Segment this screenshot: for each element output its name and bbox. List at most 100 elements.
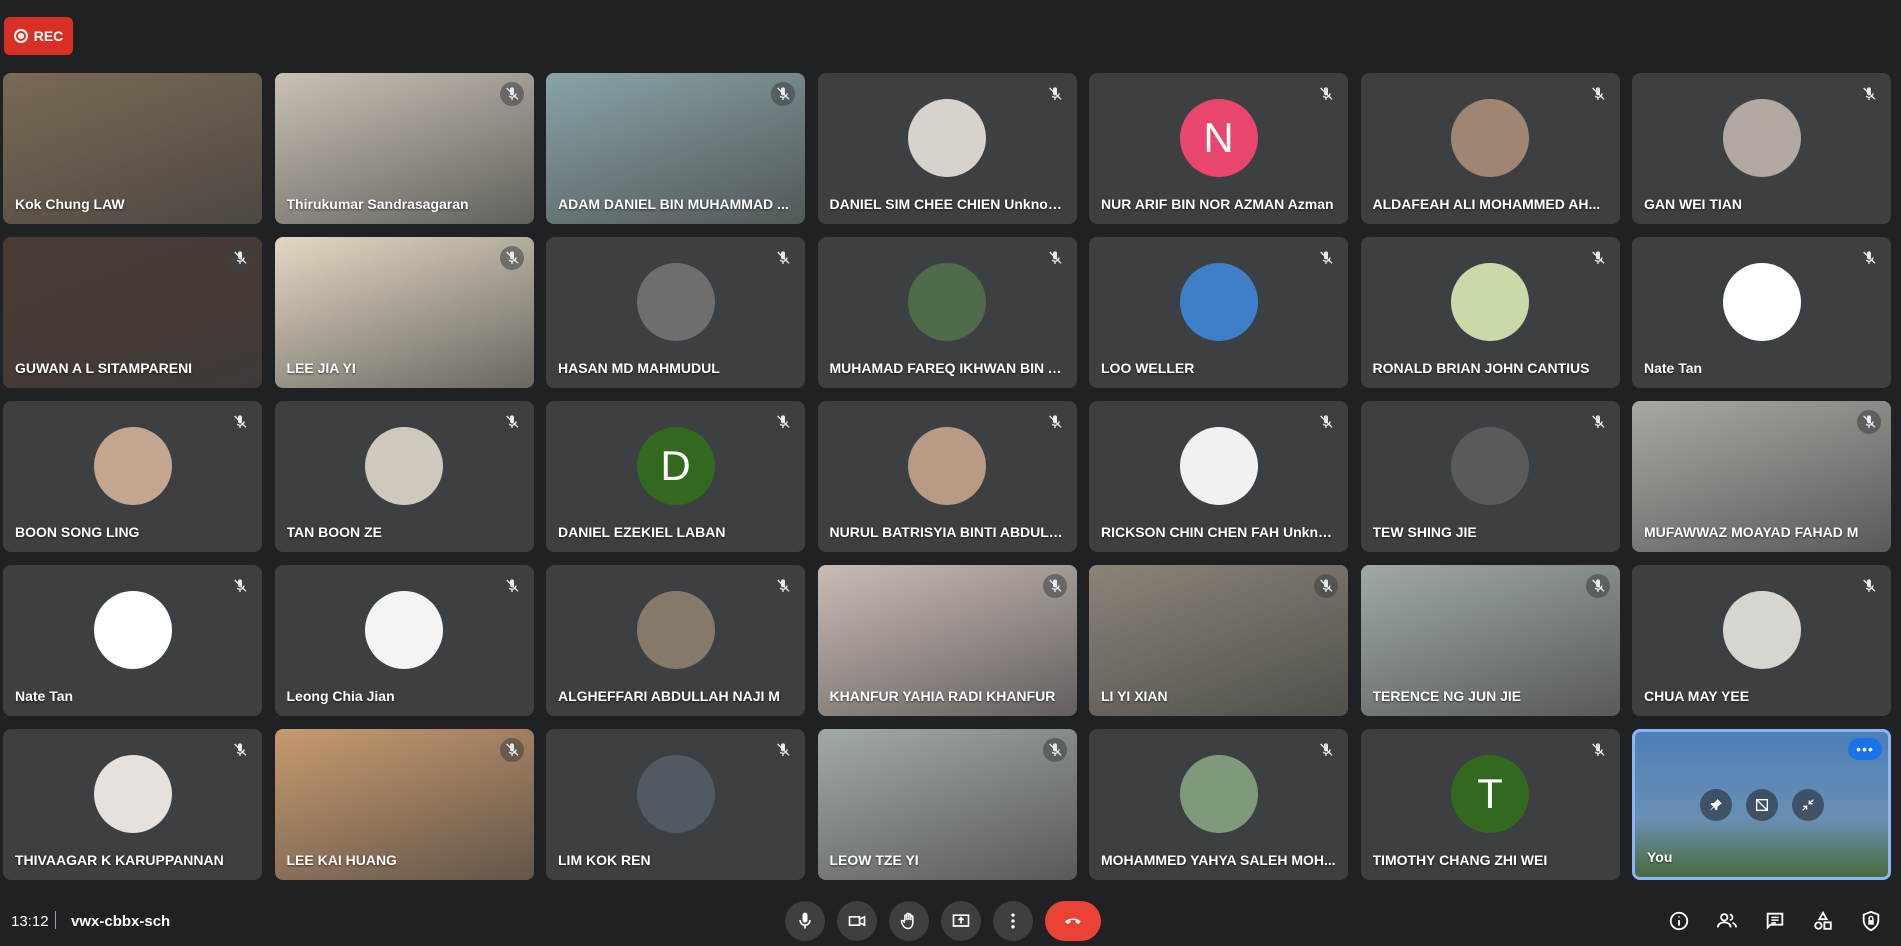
present-screen-button[interactable]	[941, 901, 981, 941]
participant-name: Nate Tan	[15, 688, 74, 704]
mic-off-icon	[228, 246, 252, 270]
mic-off-icon	[228, 738, 252, 762]
participant-tile[interactable]: N NUR ARIF BIN NOR AZMAN Azman	[1089, 73, 1348, 224]
avatar	[365, 590, 443, 669]
pin-icon	[1710, 798, 1722, 810]
participant-tile[interactable]: ••• You	[1632, 729, 1891, 880]
mic-off-icon	[500, 410, 524, 434]
avatar: T	[1451, 754, 1529, 833]
avatar	[365, 426, 443, 505]
more-vertical-icon	[1011, 913, 1015, 929]
participant-name: Leong Chia Jian	[286, 688, 395, 704]
participant-tile[interactable]: DANIEL SIM CHEE CHIEN Unknown	[817, 73, 1077, 224]
participant-tile[interactable]: RONALD BRIAN JOHN CANTIUS	[1360, 237, 1620, 388]
participant-name: ALGHEFFARI ABDULLAH NAJI M	[558, 688, 780, 704]
participant-tile[interactable]: LEOW TZE YI	[817, 729, 1077, 880]
participant-tile[interactable]: KHANFUR YAHIA RADI KHANFUR	[817, 565, 1077, 716]
participant-tile[interactable]: GUWAN A L SITAMPARENI	[3, 237, 262, 388]
avatar	[1179, 426, 1258, 505]
chat-button[interactable]	[1759, 901, 1791, 941]
avatar	[93, 590, 172, 669]
participant-tile[interactable]: MUHAMAD FAREQ IKHWAN BIN A...	[817, 237, 1077, 388]
meeting-details-button[interactable]	[1663, 901, 1695, 941]
participant-tile[interactable]: NURUL BATRISYIA BINTI ABDUL A...	[817, 401, 1077, 552]
remove-tile-button[interactable]	[1745, 788, 1778, 821]
mic-off-icon	[1314, 574, 1338, 598]
participant-tile[interactable]: LOO WELLER	[1089, 237, 1348, 388]
participant-name: LIM KOK REN	[558, 852, 651, 868]
participant-tile[interactable]: ADAM DANIEL BIN MUHAMMAD ...	[546, 73, 805, 224]
avatar: N	[1179, 98, 1258, 177]
participant-tile[interactable]: LIM KOK REN	[546, 729, 805, 880]
participant-tile[interactable]: D DANIEL EZEKIEL LABAN	[546, 401, 805, 552]
participant-tile[interactable]: LI YI XIAN	[1089, 565, 1348, 716]
microphone-button[interactable]	[785, 901, 825, 941]
participant-name: GAN WEI TIAN	[1644, 196, 1742, 212]
participant-tile[interactable]: ALDAFEAH ALI MOHAMMED AH...	[1360, 73, 1620, 224]
avatar	[93, 754, 172, 833]
participant-name: RICKSON CHIN CHEN FAH Unkno...	[1101, 524, 1336, 540]
avatar	[1722, 262, 1801, 341]
avatar	[1451, 262, 1529, 341]
participant-tile[interactable]: Kok Chung LAW	[3, 73, 262, 224]
participant-tile[interactable]: Leong Chia Jian	[274, 565, 534, 716]
self-more-options-button[interactable]: •••	[1848, 738, 1882, 760]
participant-tile[interactable]: Nate Tan	[1632, 237, 1891, 388]
microphone-icon	[799, 912, 811, 929]
host-controls-button[interactable]	[1855, 901, 1887, 941]
mic-off-icon	[499, 246, 524, 270]
participant-tile[interactable]: TERENCE NG JUN JIE	[1360, 565, 1620, 716]
participant-name: Kok Chung LAW	[15, 196, 125, 212]
meeting-time: 13:12	[11, 913, 49, 930]
footer-divider	[55, 911, 56, 929]
participant-tile[interactable]: Nate Tan	[3, 565, 262, 716]
participant-tile[interactable]: ALGHEFFARI ABDULLAH NAJI M	[546, 565, 805, 716]
raise-hand-button[interactable]	[889, 901, 929, 941]
avatar	[908, 262, 986, 341]
mic-off-icon	[1586, 410, 1610, 434]
participant-tile[interactable]: LEE KAI HUANG	[274, 729, 534, 880]
participant-name: LI YI XIAN	[1101, 688, 1168, 704]
participant-name: Nate Tan	[1644, 360, 1703, 376]
mic-off-icon	[1586, 246, 1610, 270]
pin-button[interactable]	[1699, 788, 1732, 821]
mic-off-icon	[1314, 738, 1338, 762]
participant-tile[interactable]: THIVAAGAR K KARUPPANNAN	[3, 729, 262, 880]
participant-tile[interactable]: RICKSON CHIN CHEN FAH Unkno...	[1089, 401, 1348, 552]
participant-tile[interactable]: HASAN MD MAHMUDUL	[546, 237, 805, 388]
participant-tile[interactable]: MUFAWWAZ MOAYAD FAHAD M	[1632, 401, 1891, 552]
participant-tile[interactable]: TAN BOON ZE	[274, 401, 534, 552]
participant-name: ADAM DANIEL BIN MUHAMMAD ...	[558, 196, 789, 212]
mic-off-icon	[1314, 410, 1338, 434]
mic-off-icon	[771, 246, 795, 270]
participant-tile[interactable]: Thirukumar Sandrasagaran	[274, 73, 534, 224]
participant-name: KHANFUR YAHIA RADI KHANFUR	[829, 688, 1056, 704]
camera-button[interactable]	[837, 901, 877, 941]
record-icon	[13, 29, 28, 43]
participant-tile[interactable]: CHUA MAY YEE	[1632, 565, 1891, 716]
mic-off-icon	[1586, 738, 1610, 762]
participant-tile[interactable]: GAN WEI TIAN	[1632, 73, 1891, 224]
mic-off-icon	[1585, 574, 1610, 598]
mic-off-icon	[1043, 246, 1067, 270]
minimize-button[interactable]	[1791, 788, 1824, 821]
end-call-button[interactable]	[1045, 901, 1101, 941]
mic-off-icon	[1857, 574, 1881, 598]
participant-name: LOO WELLER	[1101, 360, 1195, 376]
more-options-button[interactable]	[993, 901, 1033, 941]
mic-off-icon	[771, 738, 795, 762]
participant-tile[interactable]: BOON SONG LING	[3, 401, 262, 552]
info-icon	[1669, 911, 1689, 931]
participant-name: THIVAAGAR K KARUPPANNAN	[15, 852, 224, 868]
participant-tile[interactable]: T TIMOTHY CHANG ZHI WEI	[1360, 729, 1620, 880]
people-button[interactable]	[1711, 901, 1743, 941]
participant-tile[interactable]: LEE JIA YI	[274, 237, 534, 388]
mic-off-icon	[1043, 82, 1067, 106]
participant-tile[interactable]: TEW SHING JIE	[1360, 401, 1620, 552]
participant-name: NUR ARIF BIN NOR AZMAN Azman	[1101, 196, 1334, 212]
avatar	[908, 98, 986, 177]
activities-button[interactable]	[1807, 901, 1839, 941]
participant-tile[interactable]: MOHAMMED YAHYA SALEH MOH...	[1089, 729, 1348, 880]
mic-off-icon	[771, 82, 795, 106]
avatar	[1179, 262, 1258, 341]
